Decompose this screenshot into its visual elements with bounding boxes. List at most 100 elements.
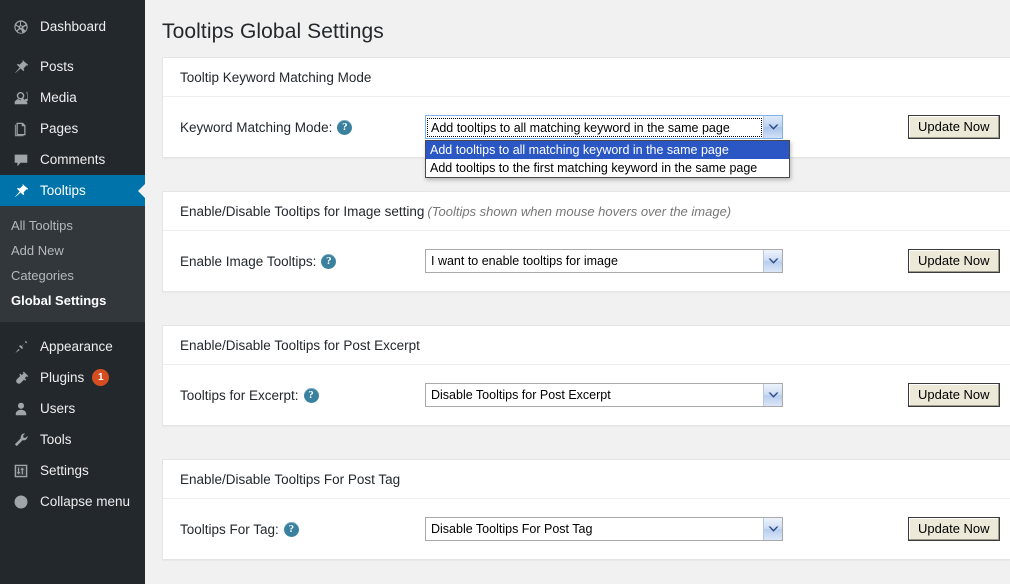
panel-row: Tooltips for Excerpt:? Disable Tooltips f… [163,365,1010,425]
setting-select-option[interactable]: Add tooltips to the first matching keywo… [426,159,789,177]
setting-label-text: Enable Image Tooltips: [180,253,317,269]
sidebar-item-label: Tools [40,431,72,447]
setting-label: Tooltips for Excerpt:? [180,387,425,403]
panel-heading: Enable/Disable Tooltips For Post Tag [163,460,1010,499]
sidebar-item-label: Media [40,89,77,105]
users-icon [11,399,31,419]
submenu-item-add-new[interactable]: Add New [0,238,145,263]
sidebar-item-tooltips[interactable]: Tooltips [0,175,146,206]
chevron-down-icon[interactable] [763,250,782,272]
panel-row: Enable Image Tooltips:? I want to enable … [163,231,1010,291]
update-now-button[interactable]: Update Now [908,115,1000,139]
dashboard-icon [11,17,31,37]
setting-select-wrapper: I want to enable tooltips for image [425,249,783,273]
settings-panel: Enable/Disable Tooltips for Post Excerpt… [162,325,1010,426]
setting-label-text: Tooltips for Excerpt: [180,387,299,403]
panel-heading: Enable/Disable Tooltips for Post Excerpt [163,326,1010,365]
main-content: Tooltips Global Settings Tooltip Keyword… [145,0,1010,584]
setting-select-value: Disable Tooltips For Post Tag [431,522,593,536]
panel-heading: Tooltip Keyword Matching Mode [163,58,1010,97]
sidebar-item-tools[interactable]: Tools [0,424,145,455]
help-icon[interactable]: ? [303,387,319,403]
comments-icon [11,150,31,170]
chevron-down-icon[interactable] [763,384,782,406]
setting-select-option[interactable]: Add tooltips to all matching keyword in … [426,141,789,159]
chevron-down-icon[interactable] [763,518,782,540]
setting-select-dropdown: Add tooltips to all matching keyword in … [425,140,790,178]
panel-heading-hint: (Tooltips shown when mouse hovers over t… [427,204,732,219]
help-icon[interactable]: ? [283,521,299,537]
setting-select[interactable]: I want to enable tooltips for image [425,249,783,273]
setting-select-wrapper: Add tooltips to all matching keyword in … [425,115,790,178]
help-icon[interactable]: ? [321,253,337,269]
sidebar-item-comments[interactable]: Comments [0,144,145,175]
sidebar-item-media[interactable]: Media [0,82,145,113]
sidebar-item-settings[interactable]: Settings [0,455,145,486]
help-icon[interactable]: ? [337,119,353,135]
sidebar-menu-top: Dashboard Posts Media Pages Comments Tooltips [0,11,146,206]
setting-select-value: I want to enable tooltips for image [431,254,618,268]
media-icon [11,88,31,108]
sidebar-item-label: Comments [40,151,106,167]
pages-icon [11,119,31,139]
sidebar-item-dashboard[interactable]: Dashboard [0,11,145,42]
sidebar-item-label: Plugins [40,369,85,385]
setting-select-wrapper: Disable Tooltips For Post Tag [425,517,783,541]
sidebar-item-label: Pages [40,120,79,136]
sidebar-item-posts[interactable]: Posts [0,51,145,82]
sidebar-item-badge: 1 [92,369,110,386]
sidebar-item-label: Tooltips [40,182,86,198]
sidebar-separator [0,42,145,51]
collapse-icon [11,492,31,512]
setting-select[interactable]: Add tooltips to all matching keyword in … [425,115,783,139]
sidebar-item-label: Appearance [40,338,113,354]
panel-row: Tooltips For Tag:? Disable Tooltips For P… [163,499,1010,559]
sidebar-item-label: Users [40,400,76,416]
setting-select-wrapper: Disable Tooltips for Post Excerpt [425,383,783,407]
sidebar-item-label: Collapse menu [40,493,131,509]
submenu-item-all-tooltips[interactable]: All Tooltips [0,213,145,238]
pin-icon [11,181,31,201]
settings-icon [11,461,31,481]
sidebar-item-label: Dashboard [40,18,107,34]
setting-label: Tooltips For Tag:? [180,521,425,537]
sidebar-menu-bottom: Appearance Plugins 1 Users Tools Settings Coll… [0,322,145,517]
tooltips-submenu: All Tooltips Add New Categories Global Sett… [0,206,145,322]
sidebar-item-label: Posts [40,58,74,74]
setting-select-value: Disable Tooltips for Post Excerpt [431,388,611,402]
chevron-down-icon[interactable] [763,116,782,138]
update-now-button[interactable]: Update Now [908,383,1000,407]
sidebar-item-pages[interactable]: Pages [0,113,145,144]
submenu-item-global-settings[interactable]: Global Settings [0,288,145,313]
update-now-button[interactable]: Update Now [908,249,1000,273]
setting-label-text: Keyword Matching Mode: [180,119,333,135]
panel-heading-text: Enable/Disable Tooltips for Image settin… [180,204,425,219]
appearance-icon [11,337,31,357]
plugins-icon [11,368,31,388]
sidebar-item-plugins[interactable]: Plugins 1 [0,362,145,393]
sidebar-item-users[interactable]: Users [0,393,145,424]
setting-label: Enable Image Tooltips:? [180,253,425,269]
tools-icon [11,430,31,450]
panel-heading-text: Enable/Disable Tooltips for Post Excerpt [180,338,420,353]
sidebar-item-appearance[interactable]: Appearance [0,331,145,362]
setting-select[interactable]: Disable Tooltips for Post Excerpt [425,383,783,407]
sidebar-item-collapse-menu[interactable]: Collapse menu [0,486,145,517]
admin-screen: Dashboard Posts Media Pages Comments Tooltips… [0,0,1010,584]
panel-heading-text: Tooltip Keyword Matching Mode [180,70,372,85]
settings-panel: Tooltip Keyword Matching Mode Keyword Mat… [162,57,1010,178]
setting-select[interactable]: Disable Tooltips For Post Tag [425,517,783,541]
sidebar-separator [0,322,145,331]
settings-panel: Enable/Disable Tooltips for Image settin… [162,191,1010,292]
setting-label: Keyword Matching Mode:? [180,119,425,135]
settings-panel: Enable/Disable Tooltips For Post Tag Tool… [162,459,1010,560]
admin-sidebar: Dashboard Posts Media Pages Comments Tooltips… [0,0,146,584]
pin-icon [11,57,31,77]
panel-row: Keyword Matching Mode:? Add tooltips to a… [163,97,1010,178]
page-title: Tooltips Global Settings [162,20,384,43]
panel-heading-text: Enable/Disable Tooltips For Post Tag [180,472,401,487]
panel-heading: Enable/Disable Tooltips for Image settin… [163,192,1010,231]
update-now-button[interactable]: Update Now [908,517,1000,541]
setting-label-text: Tooltips For Tag: [180,521,279,537]
submenu-item-categories[interactable]: Categories [0,263,145,288]
